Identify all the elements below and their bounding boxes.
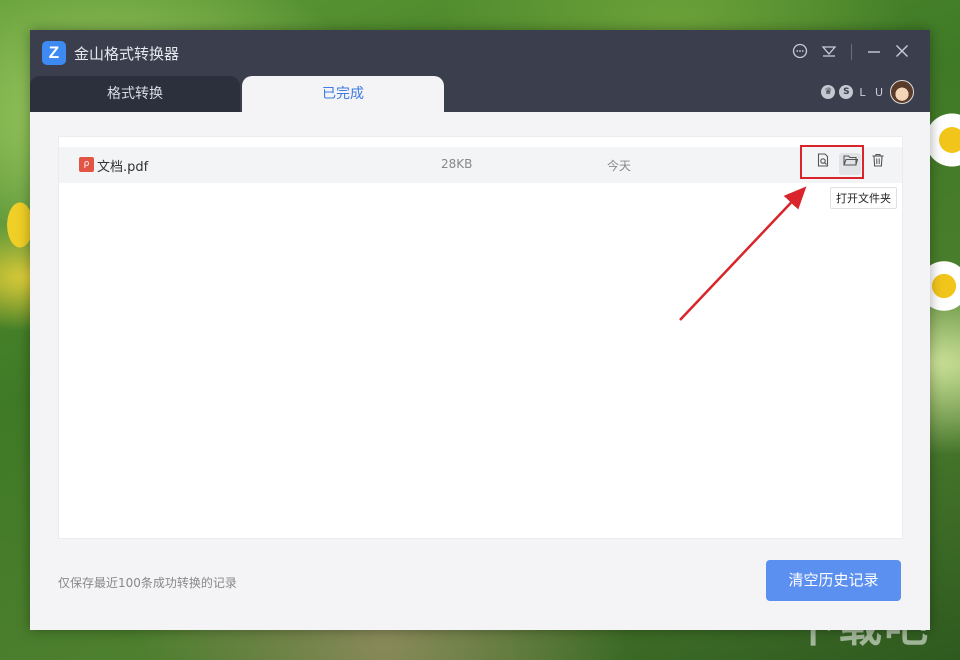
- footer-note: 仅保存最近100条成功转换的记录: [58, 576, 237, 590]
- menu-icon[interactable]: [819, 43, 839, 63]
- file-list-panel: ρ 文档.pdf 28KB 今天 打开文件夹: [58, 136, 903, 539]
- app-title: 金山格式转换器: [74, 45, 180, 63]
- app-logo-icon: Z: [42, 41, 66, 65]
- coin-icon: S: [839, 85, 854, 99]
- chat-icon[interactable]: [790, 43, 810, 63]
- highlight-annotation-box: [800, 145, 864, 179]
- user-area[interactable]: ♛ S L U: [821, 80, 914, 104]
- app-window: Z 金山格式转换器 格式转换 已完成 ♛ S L U ρ 文档.pdf 28KB: [30, 30, 930, 630]
- table-row[interactable]: ρ 文档.pdf 28KB 今天: [59, 147, 902, 183]
- delete-icon[interactable]: [867, 153, 889, 175]
- avatar[interactable]: [890, 80, 914, 104]
- tab-completed[interactable]: 已完成: [242, 76, 444, 112]
- title-bar: Z 金山格式转换器 格式转换 已完成 ♛ S L U: [30, 30, 930, 112]
- file-size: 28KB: [441, 157, 473, 171]
- user-name: L U: [859, 85, 886, 99]
- clear-history-button[interactable]: 清空历史记录: [766, 560, 901, 601]
- tab-format-convert[interactable]: 格式转换: [30, 76, 240, 112]
- pdf-icon: ρ: [79, 157, 94, 172]
- close-icon[interactable]: [892, 43, 912, 63]
- file-name: 文档.pdf: [97, 160, 149, 175]
- titlebar-separator: [851, 44, 852, 60]
- minimize-icon[interactable]: [864, 43, 884, 63]
- vip-crown-icon: ♛: [821, 85, 836, 99]
- open-folder-tooltip: 打开文件夹: [830, 187, 897, 209]
- file-date: 今天: [607, 159, 632, 173]
